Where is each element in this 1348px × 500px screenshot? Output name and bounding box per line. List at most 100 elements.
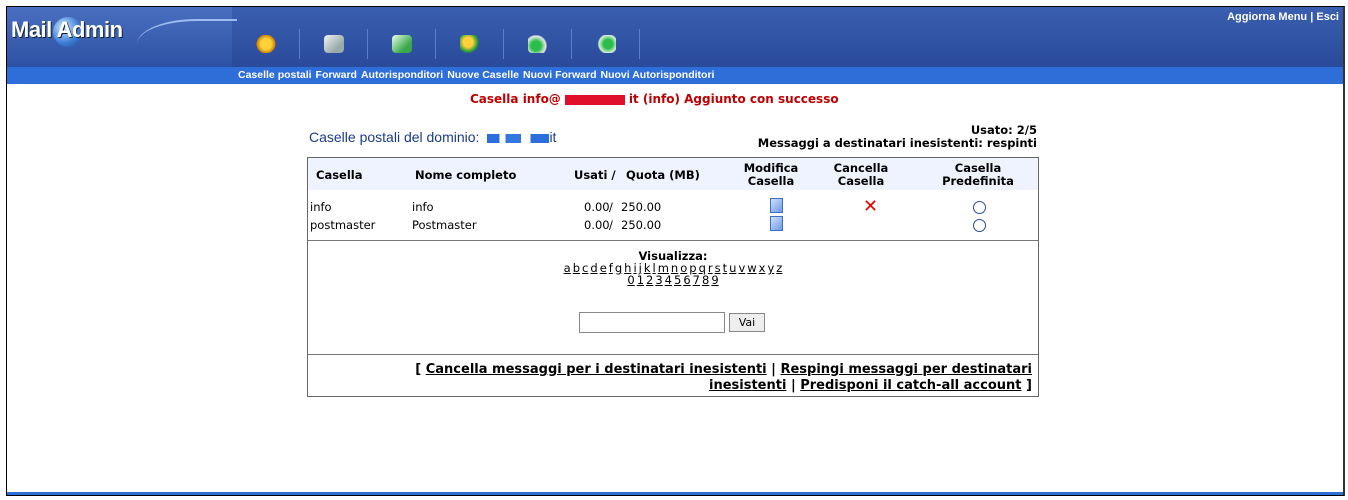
filter-digit-link[interactable]: 2: [646, 273, 653, 287]
catch-all-link[interactable]: Predisponi il catch-all account: [800, 378, 1021, 393]
mailboxes-icon: [255, 35, 276, 53]
logout-link[interactable]: Esci: [1316, 11, 1339, 23]
filter-letter-link[interactable]: e: [600, 261, 607, 275]
new-mailbox-icon: [459, 35, 480, 53]
filter-digit-link[interactable]: 4: [665, 273, 672, 287]
top-links: Aggiorna Menu | Esci: [1227, 11, 1339, 23]
slash: /: [609, 218, 613, 232]
table-row: postmaster Postmaster 0.00 / 250.00: [308, 216, 1038, 234]
menu-item-autoresponders[interactable]: Autorisponditori: [361, 69, 443, 81]
search-input[interactable]: [579, 312, 725, 333]
footer-bar: [7, 492, 1343, 495]
table-row: info info 0.00 / 250.00 ✕: [308, 198, 1038, 216]
edit-mailbox-icon[interactable]: [770, 198, 783, 213]
filter-letter-link[interactable]: g: [615, 261, 622, 275]
swoosh-decoration: [137, 19, 237, 61]
page-title-text: Caselle postali del dominio:: [309, 129, 480, 145]
filter-digit-link[interactable]: 8: [702, 273, 709, 287]
usage-info: Usato: 2/5 Messaggi a destinatari inesis…: [758, 124, 1037, 150]
logo: Mail Admin: [7, 7, 237, 67]
column-header-quota: Quota (MB): [626, 168, 700, 182]
filter-digit-link[interactable]: 7: [693, 273, 700, 287]
filter-letter-link[interactable]: x: [759, 261, 766, 275]
go-button[interactable]: Vai: [729, 313, 765, 332]
default-mailbox-radio[interactable]: [973, 201, 986, 214]
app-frame: Mail Admin Aggiorna Menu | Esci Caselle …: [6, 6, 1345, 496]
filter-letter-link[interactable]: v: [738, 261, 745, 275]
filter-letter-link[interactable]: a: [564, 261, 571, 275]
column-header-used: Usati /: [574, 168, 616, 182]
logo-text: Mail Admin: [11, 17, 123, 42]
filter-digit-link[interactable]: 6: [683, 273, 690, 287]
column-header-default: Casella Predefinita: [942, 161, 1014, 188]
digit-filter: 0123456789: [308, 274, 1038, 286]
menu-item-new-forward[interactable]: Nuovi Forward: [523, 69, 597, 81]
menu-item-new-mailbox[interactable]: Nuove Caselle: [447, 69, 519, 81]
icon-toolbar: [232, 29, 640, 59]
success-message-prefix: Casella info@: [470, 92, 561, 106]
filter-letter-link[interactable]: y: [767, 261, 774, 275]
separator: |: [790, 378, 796, 393]
success-message: Casella info@ it (info) Aggiunto con succ…: [470, 92, 839, 106]
menu-bar: Caselle postali Forward Autorisponditori…: [7, 67, 1343, 84]
nonexistent-recipients-policy: Messaggi a destinatari inesistenti: resp…: [757, 136, 1037, 150]
separator: |: [771, 362, 776, 377]
filter-digit-link[interactable]: 3: [655, 273, 662, 287]
default-mailbox-radio[interactable]: [973, 219, 986, 232]
clear-messages-link[interactable]: Cancella messaggi per i destinatari ines…: [426, 362, 767, 377]
quota-cell: 250.00: [621, 218, 662, 232]
filter-digit-link[interactable]: 9: [711, 273, 718, 287]
mailbox-panel: Casella Nome completo Usati / Quota (MB)…: [307, 157, 1039, 397]
bracket-open: [: [415, 362, 422, 377]
menu-item-forward[interactable]: Forward: [316, 69, 357, 81]
toolbar-button-new-mailbox[interactable]: [436, 29, 504, 59]
toolbar-button-autoresponders[interactable]: [368, 29, 436, 59]
table-header: Casella Nome completo Usati / Quota (MB)…: [308, 158, 1038, 190]
forward-icon: [323, 35, 344, 53]
filter-letter-link[interactable]: d: [590, 261, 597, 275]
top-banner: Mail Admin Aggiorna Menu | Esci: [7, 7, 1343, 67]
filter-letter-link[interactable]: w: [747, 261, 756, 275]
menu-item-mailboxes[interactable]: Caselle postali: [238, 69, 312, 81]
refresh-menu-link[interactable]: Aggiorna Menu: [1227, 11, 1307, 23]
used-cell: 0.00: [584, 200, 610, 214]
toolbar-button-new-forward[interactable]: [504, 29, 572, 59]
filter-section: Visualizza: abcdefghijklmnopqrstuvwxyz 0…: [308, 240, 1038, 286]
edit-mailbox-icon[interactable]: [770, 216, 783, 231]
toolbar-button-new-autoresponder[interactable]: [572, 29, 640, 59]
filter-letter-link[interactable]: f: [609, 261, 613, 275]
top-links-separator: |: [1307, 11, 1317, 23]
toolbar-button-forward[interactable]: [300, 29, 368, 59]
mailbox-cell[interactable]: postmaster: [310, 218, 375, 232]
divider: [308, 354, 1038, 355]
new-forward-icon: [527, 35, 548, 53]
success-message-suffix: it (info) Aggiunto con successo: [628, 92, 839, 106]
column-header-mailbox: Casella: [316, 168, 363, 182]
filter-letter-link[interactable]: c: [582, 261, 588, 275]
actions-bar: [ Cancella messaggi per i destinatari in…: [372, 362, 1032, 394]
column-header-edit: Modifica Casella: [743, 161, 799, 188]
filter-letter-link[interactable]: z: [776, 261, 782, 275]
delete-mailbox-icon[interactable]: ✕: [863, 198, 878, 216]
mailbox-cell[interactable]: info: [310, 200, 332, 214]
filter-digit-link[interactable]: 0: [627, 273, 634, 287]
full-name-cell: Postmaster: [412, 218, 477, 232]
column-header-full-name: Nome completo: [415, 168, 517, 182]
toolbar-button-mailboxes[interactable]: [232, 29, 300, 59]
filter-digit-link[interactable]: 1: [637, 273, 644, 287]
quota-cell: 250.00: [621, 200, 662, 214]
page-title: Caselle postali del dominio: it: [309, 129, 556, 145]
used-cell: 0.00: [584, 218, 610, 232]
filter-digit-link[interactable]: 5: [674, 273, 681, 287]
redacted-domain-name: [487, 133, 550, 143]
page-title-suffix: it: [549, 129, 557, 145]
filter-letter-link[interactable]: u: [729, 261, 736, 275]
filter-letter-link[interactable]: t: [723, 261, 728, 275]
full-name-cell: info: [412, 200, 434, 214]
bracket-close: ]: [1026, 378, 1032, 393]
filter-letter-link[interactable]: b: [573, 261, 580, 275]
menu-item-new-autoresponder[interactable]: Nuovi Autorisponditori: [601, 69, 715, 81]
redacted-domain: [564, 94, 625, 105]
new-autoresponder-icon: [595, 35, 616, 53]
autoresponders-icon: [391, 35, 412, 53]
